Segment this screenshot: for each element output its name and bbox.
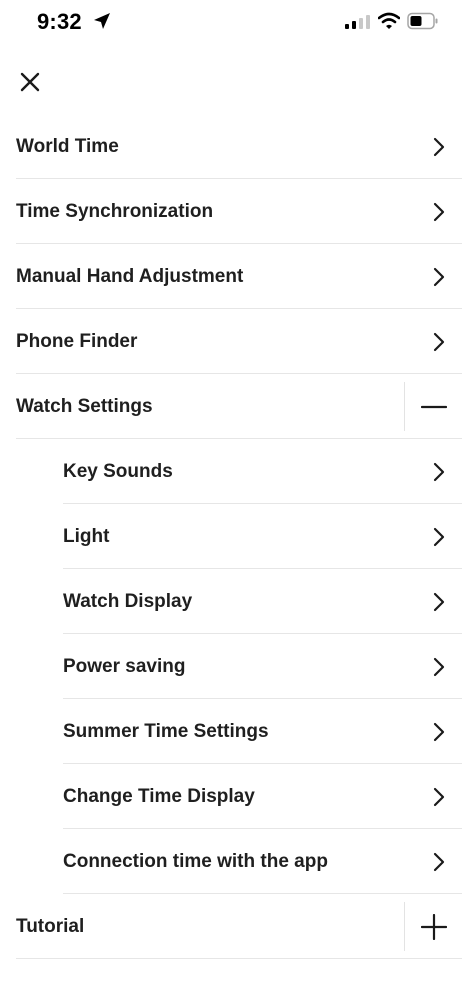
submenu-item-change-time-display[interactable]: Change Time Display — [0, 764, 462, 829]
minus-icon — [420, 405, 447, 408]
wifi-icon — [378, 12, 400, 29]
menu-item-world-time[interactable]: World Time — [0, 114, 462, 179]
menu-item-time-synchronization[interactable]: Time Synchronization — [0, 179, 462, 244]
menu-item-tutorial[interactable]: Tutorial — [0, 894, 462, 959]
collapse-toggle-button[interactable] — [405, 374, 462, 439]
menu-item-label: Connection time with the app — [63, 850, 328, 872]
menu-item-label: Watch Settings — [16, 395, 153, 417]
status-time: 9:32 — [37, 9, 82, 34]
menu-item-label: Key Sounds — [63, 460, 173, 482]
menu-item-label: Tutorial — [16, 915, 85, 937]
menu-item-label: Light — [63, 525, 110, 547]
menu-item-label: Change Time Display — [63, 785, 255, 807]
close-icon — [20, 72, 40, 92]
chevron-right-icon — [433, 137, 445, 156]
menu-item-label: Manual Hand Adjustment — [16, 265, 244, 287]
menu-item-label: World Time — [16, 135, 119, 157]
chevron-right-icon — [433, 462, 445, 481]
chevron-right-icon — [433, 657, 445, 676]
chevron-right-icon — [433, 202, 445, 221]
menu-item-manual-hand-adjustment[interactable]: Manual Hand Adjustment — [0, 244, 462, 309]
submenu-item-watch-display[interactable]: Watch Display — [0, 569, 462, 634]
chevron-right-icon — [433, 527, 445, 546]
chevron-right-icon — [433, 787, 445, 806]
menu-item-watch-settings[interactable]: Watch Settings — [0, 374, 462, 439]
location-arrow-icon — [94, 13, 110, 29]
menu-item-label: Watch Display — [63, 590, 193, 612]
menu-item-label: Phone Finder — [16, 330, 138, 352]
battery-icon — [407, 12, 438, 30]
plus-icon — [420, 913, 447, 940]
menu-item-phone-finder[interactable]: Phone Finder — [0, 309, 462, 374]
divider — [16, 958, 462, 959]
submenu-item-key-sounds[interactable]: Key Sounds — [0, 439, 462, 504]
status-bar: 9:32 — [0, 0, 462, 48]
settings-menu: World Time Time Synchronization Manual H… — [0, 114, 462, 959]
chevron-right-icon — [433, 722, 445, 741]
cellular-signal-icon — [345, 15, 370, 29]
submenu-item-light[interactable]: Light — [0, 504, 462, 569]
chevron-right-icon — [433, 267, 445, 286]
submenu-item-summer-time-settings[interactable]: Summer Time Settings — [0, 699, 462, 764]
menu-item-label: Power saving — [63, 655, 186, 677]
chevron-right-icon — [433, 592, 445, 611]
chevron-right-icon — [433, 852, 445, 871]
menu-item-label: Summer Time Settings — [63, 720, 269, 742]
chevron-right-icon — [433, 332, 445, 351]
expand-toggle-button[interactable] — [405, 894, 462, 959]
close-button[interactable] — [10, 62, 50, 102]
submenu-item-power-saving[interactable]: Power saving — [0, 634, 462, 699]
submenu-item-connection-time[interactable]: Connection time with the app — [0, 829, 462, 894]
menu-item-label: Time Synchronization — [16, 200, 214, 222]
